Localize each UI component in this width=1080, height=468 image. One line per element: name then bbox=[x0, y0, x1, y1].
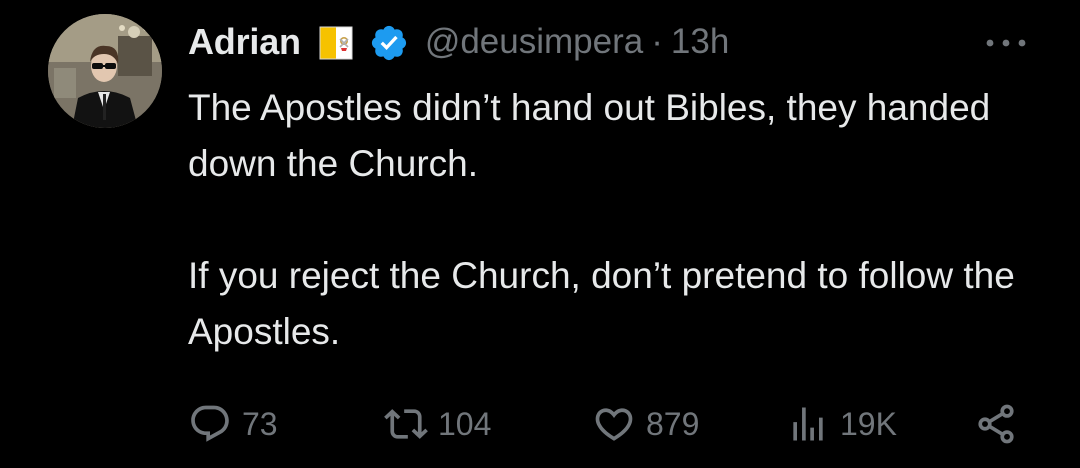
like-button[interactable]: 879 bbox=[592, 398, 699, 450]
action-bar: 73 104 879 19K bbox=[188, 398, 1038, 450]
verified-badge-icon[interactable] bbox=[369, 23, 409, 63]
views-count: 19K bbox=[840, 405, 897, 442]
repost-button[interactable]: 104 bbox=[384, 398, 491, 450]
avatar[interactable] bbox=[48, 14, 162, 128]
handle[interactable]: @deusimpera bbox=[425, 22, 643, 62]
repost-count: 104 bbox=[438, 405, 492, 442]
repost-icon bbox=[384, 402, 428, 446]
tweet-header: Adrian @deusimpera · 13h bbox=[188, 14, 729, 70]
heart-icon bbox=[592, 402, 636, 446]
tweet-text: The Apostles didn’t hand out Bibles, the… bbox=[188, 80, 1038, 360]
tweet-paragraph-2: If you reject the Church, don’t pretend … bbox=[188, 255, 1015, 352]
views-chart-icon bbox=[786, 402, 830, 446]
vatican-flag-icon bbox=[319, 26, 353, 60]
timestamp[interactable]: 13h bbox=[671, 22, 729, 62]
tweet-paragraph-1: The Apostles didn’t hand out Bibles, the… bbox=[188, 87, 991, 184]
share-icon bbox=[974, 402, 1018, 446]
more-options-button[interactable] bbox=[983, 28, 1029, 58]
views-button[interactable]: 19K bbox=[786, 398, 897, 450]
reply-button[interactable]: 73 bbox=[188, 398, 278, 450]
more-options-icon bbox=[986, 39, 1026, 47]
tweet[interactable]: Adrian @deusimpera · 13h The Apostles di… bbox=[0, 0, 1080, 468]
like-count: 879 bbox=[646, 405, 700, 442]
reply-icon bbox=[188, 402, 232, 446]
separator-dot: · bbox=[651, 22, 663, 61]
reply-count: 73 bbox=[242, 405, 278, 442]
display-name[interactable]: Adrian bbox=[188, 21, 301, 63]
share-button[interactable] bbox=[974, 398, 1018, 450]
